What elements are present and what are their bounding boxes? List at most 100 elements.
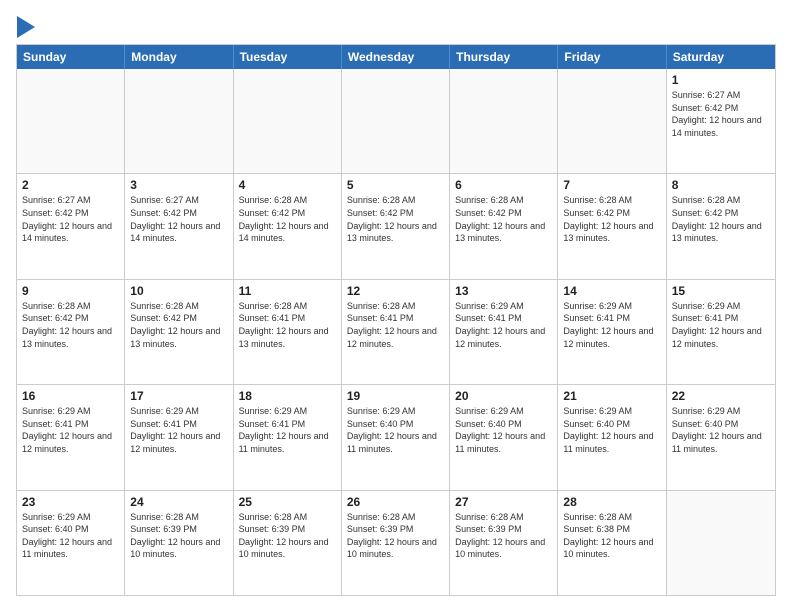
cell-text: Sunrise: 6:28 AM Sunset: 6:42 PM Dayligh… [347,195,437,243]
cal-cell: 5 Sunrise: 6:28 AM Sunset: 6:42 PM Daylig… [342,174,450,278]
cell-text: Sunrise: 6:28 AM Sunset: 6:39 PM Dayligh… [455,512,545,560]
cal-cell: 26Sunrise: 6:28 AM Sunset: 6:39 PM Dayli… [342,491,450,595]
cell-text: Sunrise: 6:29 AM Sunset: 6:41 PM Dayligh… [239,406,329,454]
day-number: 15 [672,284,770,298]
cell-text: Sunrise: 6:28 AM Sunset: 6:41 PM Dayligh… [347,301,437,349]
cell-text: Sunrise: 6:29 AM Sunset: 6:40 PM Dayligh… [672,406,762,454]
cell-text: Sunrise: 6:28 AM Sunset: 6:41 PM Dayligh… [239,301,329,349]
cal-cell: 15 Sunrise: 6:29 AM Sunset: 6:41 PM Dayli… [667,280,775,384]
cell-text: Sunrise: 6:29 AM Sunset: 6:40 PM Dayligh… [455,406,545,454]
cell-text: Sunrise: 6:29 AM Sunset: 6:41 PM Dayligh… [130,406,220,454]
cal-cell: 27 Sunrise: 6:28 AM Sunset: 6:39 PM Dayli… [450,491,558,595]
cal-week-1: 1Sunrise: 6:27 AM Sunset: 6:42 PM Daylig… [17,69,775,174]
cal-cell: 20 Sunrise: 6:29 AM Sunset: 6:40 PM Dayli… [450,385,558,489]
day-number: 17 [130,389,227,403]
day-number: 7 [563,178,660,192]
cell-text: Sunrise: 6:28 AM Sunset: 6:42 PM Dayligh… [455,195,545,243]
cal-cell [125,69,233,173]
day-number: 23 [22,495,119,509]
day-number: 6 [455,178,552,192]
cell-text: Sunrise: 6:29 AM Sunset: 6:40 PM Dayligh… [347,406,437,454]
cal-cell [234,69,342,173]
logo [16,16,37,34]
cell-text: Sunrise: 6:28 AM Sunset: 6:42 PM Dayligh… [563,195,653,243]
cal-cell: 7 Sunrise: 6:28 AM Sunset: 6:42 PM Daylig… [558,174,666,278]
cal-cell [558,69,666,173]
page: SundayMondayTuesdayWednesdayThursdayFrid… [0,0,792,612]
cal-header-tuesday: Tuesday [234,45,342,69]
day-number: 22 [672,389,770,403]
day-number: 21 [563,389,660,403]
cal-cell: 8 Sunrise: 6:28 AM Sunset: 6:42 PM Daylig… [667,174,775,278]
calendar: SundayMondayTuesdayWednesdayThursdayFrid… [16,44,776,596]
cal-header-thursday: Thursday [450,45,558,69]
cal-cell: 12 Sunrise: 6:28 AM Sunset: 6:41 PM Dayli… [342,280,450,384]
cal-cell: 10 Sunrise: 6:28 AM Sunset: 6:42 PM Dayli… [125,280,233,384]
cal-cell: 24Sunrise: 6:28 AM Sunset: 6:39 PM Dayli… [125,491,233,595]
day-number: 12 [347,284,444,298]
cell-text: Sunrise: 6:29 AM Sunset: 6:40 PM Dayligh… [563,406,653,454]
cell-text: Sunrise: 6:28 AM Sunset: 6:39 PM Dayligh… [130,512,220,560]
day-number: 25 [239,495,336,509]
logo-icon [17,16,35,38]
cal-cell: 1Sunrise: 6:27 AM Sunset: 6:42 PM Daylig… [667,69,775,173]
cal-week-5: 23 Sunrise: 6:29 AM Sunset: 6:40 PM Dayli… [17,491,775,595]
day-number: 27 [455,495,552,509]
cal-cell: 4 Sunrise: 6:28 AM Sunset: 6:42 PM Daylig… [234,174,342,278]
cal-cell: 16 Sunrise: 6:29 AM Sunset: 6:41 PM Dayli… [17,385,125,489]
cell-text: Sunrise: 6:28 AM Sunset: 6:38 PM Dayligh… [563,512,653,560]
cell-text: Sunrise: 6:28 AM Sunset: 6:42 PM Dayligh… [130,301,220,349]
day-number: 8 [672,178,770,192]
cal-cell [667,491,775,595]
cell-text: Sunrise: 6:28 AM Sunset: 6:42 PM Dayligh… [239,195,329,243]
day-number: 11 [239,284,336,298]
cal-week-2: 2 Sunrise: 6:27 AM Sunset: 6:42 PM Daylig… [17,174,775,279]
day-number: 28 [563,495,660,509]
cal-header-saturday: Saturday [667,45,775,69]
day-number: 5 [347,178,444,192]
cal-cell: 22 Sunrise: 6:29 AM Sunset: 6:40 PM Dayli… [667,385,775,489]
day-number: 9 [22,284,119,298]
cell-text: Sunrise: 6:29 AM Sunset: 6:41 PM Dayligh… [455,301,545,349]
cal-cell: 17 Sunrise: 6:29 AM Sunset: 6:41 PM Dayli… [125,385,233,489]
header [16,16,776,34]
cell-text: Sunrise: 6:29 AM Sunset: 6:41 PM Dayligh… [672,301,762,349]
cal-cell [17,69,125,173]
day-number: 10 [130,284,227,298]
cal-cell [342,69,450,173]
cell-text: Sunrise: 6:27 AM Sunset: 6:42 PM Dayligh… [672,90,762,138]
cal-cell: 19 Sunrise: 6:29 AM Sunset: 6:40 PM Dayli… [342,385,450,489]
cal-cell: 23 Sunrise: 6:29 AM Sunset: 6:40 PM Dayli… [17,491,125,595]
cal-cell: 11 Sunrise: 6:28 AM Sunset: 6:41 PM Dayli… [234,280,342,384]
cell-text: Sunrise: 6:29 AM Sunset: 6:40 PM Dayligh… [22,512,112,560]
cal-week-3: 9 Sunrise: 6:28 AM Sunset: 6:42 PM Daylig… [17,280,775,385]
cal-header-friday: Friday [558,45,666,69]
day-number: 20 [455,389,552,403]
day-number: 18 [239,389,336,403]
cal-cell: 2 Sunrise: 6:27 AM Sunset: 6:42 PM Daylig… [17,174,125,278]
day-number: 14 [563,284,660,298]
cell-text: Sunrise: 6:29 AM Sunset: 6:41 PM Dayligh… [22,406,112,454]
calendar-body: 1Sunrise: 6:27 AM Sunset: 6:42 PM Daylig… [17,69,775,595]
cal-cell: 25 Sunrise: 6:28 AM Sunset: 6:39 PM Dayli… [234,491,342,595]
day-number: 4 [239,178,336,192]
cal-cell [450,69,558,173]
cell-text: Sunrise: 6:27 AM Sunset: 6:42 PM Dayligh… [130,195,220,243]
cal-week-4: 16 Sunrise: 6:29 AM Sunset: 6:41 PM Dayli… [17,385,775,490]
cal-cell: 28 Sunrise: 6:28 AM Sunset: 6:38 PM Dayli… [558,491,666,595]
day-number: 16 [22,389,119,403]
cell-text: Sunrise: 6:27 AM Sunset: 6:42 PM Dayligh… [22,195,112,243]
cell-text: Sunrise: 6:28 AM Sunset: 6:42 PM Dayligh… [22,301,112,349]
cal-cell: 6 Sunrise: 6:28 AM Sunset: 6:42 PM Daylig… [450,174,558,278]
cell-text: Sunrise: 6:28 AM Sunset: 6:39 PM Dayligh… [347,512,437,560]
cal-header-monday: Monday [125,45,233,69]
cal-cell: 21 Sunrise: 6:29 AM Sunset: 6:40 PM Dayli… [558,385,666,489]
day-number: 2 [22,178,119,192]
cell-text: Sunrise: 6:28 AM Sunset: 6:42 PM Dayligh… [672,195,762,243]
cell-text: Sunrise: 6:28 AM Sunset: 6:39 PM Dayligh… [239,512,329,560]
cal-cell: 3Sunrise: 6:27 AM Sunset: 6:42 PM Daylig… [125,174,233,278]
cell-text: Sunrise: 6:29 AM Sunset: 6:41 PM Dayligh… [563,301,653,349]
day-number: 19 [347,389,444,403]
cal-cell: 18 Sunrise: 6:29 AM Sunset: 6:41 PM Dayli… [234,385,342,489]
cal-cell: 13Sunrise: 6:29 AM Sunset: 6:41 PM Dayli… [450,280,558,384]
